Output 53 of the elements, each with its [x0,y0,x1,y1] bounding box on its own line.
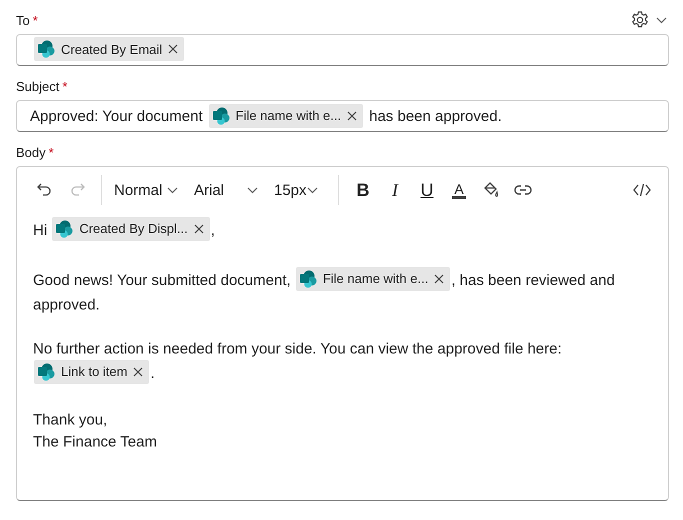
token-chip[interactable]: Created By Email [34,37,184,61]
body-text: Hi [33,222,48,239]
token-chip[interactable]: File name with e... [208,104,364,128]
body-text: approved. [33,296,100,314]
body-text: The Finance Team [33,433,157,450]
field-label: Body * [16,144,54,160]
to-field[interactable]: Created By Email [16,34,669,66]
body-editor[interactable] [16,166,669,501]
bold-button[interactable]: B [347,174,379,206]
toolbar-dropdown[interactable]: Arial [190,175,262,205]
subject-text: has been approved. [369,108,502,124]
subject-text: Approved: Your document [30,108,203,124]
chevron-down-icon [247,186,258,194]
chevron-down-icon [656,16,667,24]
remove-icon[interactable] [133,366,144,377]
body-text: , [210,222,215,239]
token-chip[interactable]: Created By Displ... [52,217,210,241]
toolbar-dropdown[interactable]: 15px [270,175,322,205]
circles-icon [37,362,55,381]
toolbar-dropdown[interactable]: Normal [110,175,182,205]
token-label: Created By Displ... [79,220,188,238]
token-label: Created By Email [61,42,162,56]
chevron-down-icon [307,186,318,194]
settings-button[interactable] [630,10,667,30]
token-label: Link to item [61,362,128,381]
remove-icon[interactable] [168,44,178,54]
remove-icon[interactable] [194,224,204,234]
token-label: File name with e... [236,108,342,123]
circles-icon [298,270,317,288]
token-chip[interactable]: File name with e... [296,266,450,290]
body-text: No further action is needed from your side. You can view the approved file here: [33,340,562,358]
settings-icon [630,10,650,30]
token-chip[interactable]: Link to item [34,360,150,384]
body-text: . [150,364,155,382]
circles-icon [37,40,55,58]
remove-icon[interactable] [347,110,358,120]
body-text: Good news! Your submitted document, [33,272,291,288]
chevron-down-icon [167,186,178,194]
italic-button[interactable]: I [379,174,411,206]
required-mark: * [62,78,68,94]
body-text: Thank you, [33,411,108,428]
circles-icon [55,220,74,238]
field-label: Subject * [16,78,68,94]
token-label: File name with e... [322,270,428,288]
required-mark: * [32,12,38,28]
subject-field[interactable]: Approved: Your document File name with e... has been approved. [16,100,669,132]
font-color-button[interactable]: A [443,174,475,206]
field-label: To * [16,12,38,28]
underline-button[interactable]: U [411,174,443,206]
required-mark: * [48,144,54,160]
circles-icon [212,106,230,124]
body-text: , has been reviewed and [451,272,615,288]
remove-icon[interactable] [434,274,444,284]
